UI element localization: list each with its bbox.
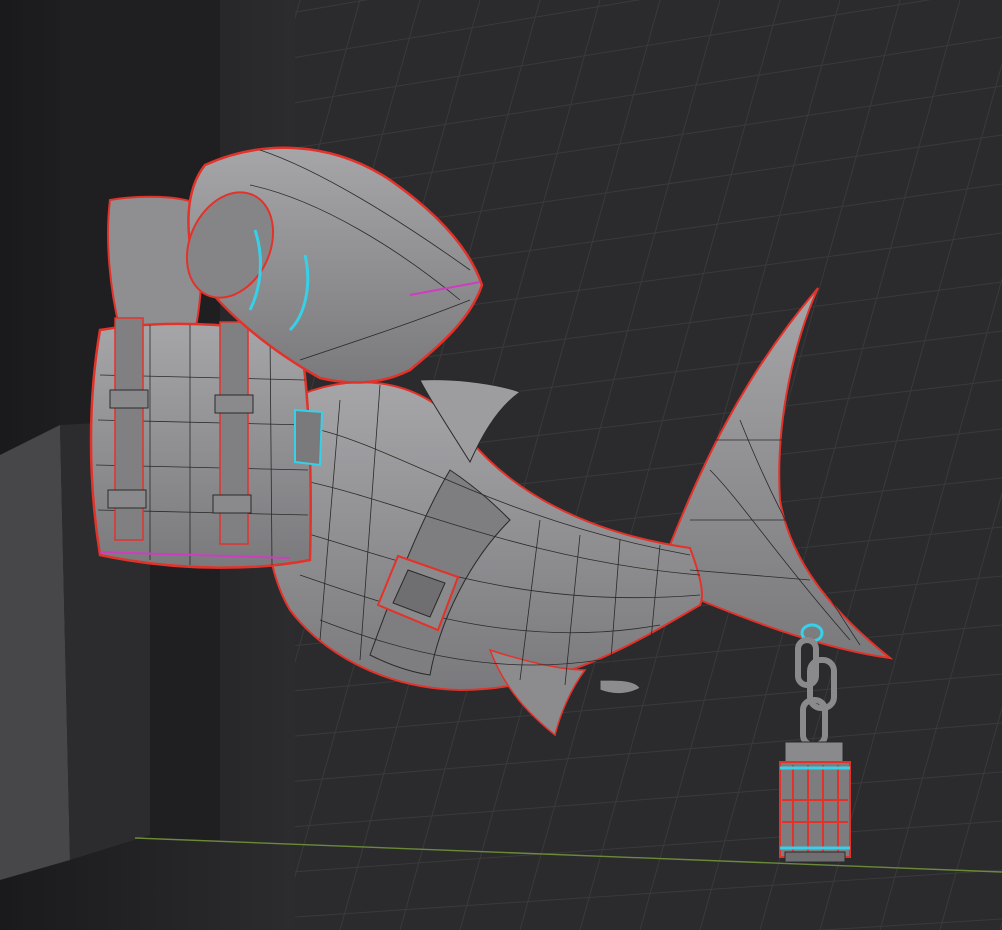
grid-line	[249, 0, 641, 66]
grid-line	[459, 0, 721, 930]
strap-buckle-left-bottom	[107, 489, 147, 509]
3d-viewport[interactable]	[0, 0, 1002, 930]
grid-line	[879, 491, 1002, 930]
grid-line	[249, 36, 1002, 156]
grid-line	[249, 771, 1002, 831]
wall-corner-light	[0, 425, 70, 880]
shark-pelvic-fin	[599, 679, 641, 695]
backpack-side-clip	[294, 408, 324, 467]
lantern[interactable]	[779, 741, 851, 863]
grid-line	[249, 722, 1002, 786]
grid-line	[249, 0, 369, 21]
strap-buckle-right-top	[214, 394, 254, 414]
strap-buckle-right-bottom	[212, 494, 252, 514]
grid-line	[249, 869, 1002, 921]
lantern-body	[779, 761, 851, 858]
strap-buckle-left-top	[109, 389, 149, 409]
shark-tail	[668, 287, 894, 660]
viewport-canvas[interactable]	[0, 0, 1002, 930]
lantern-cap	[784, 741, 844, 765]
lantern-base	[784, 851, 846, 863]
grid-line	[813, 918, 1002, 930]
